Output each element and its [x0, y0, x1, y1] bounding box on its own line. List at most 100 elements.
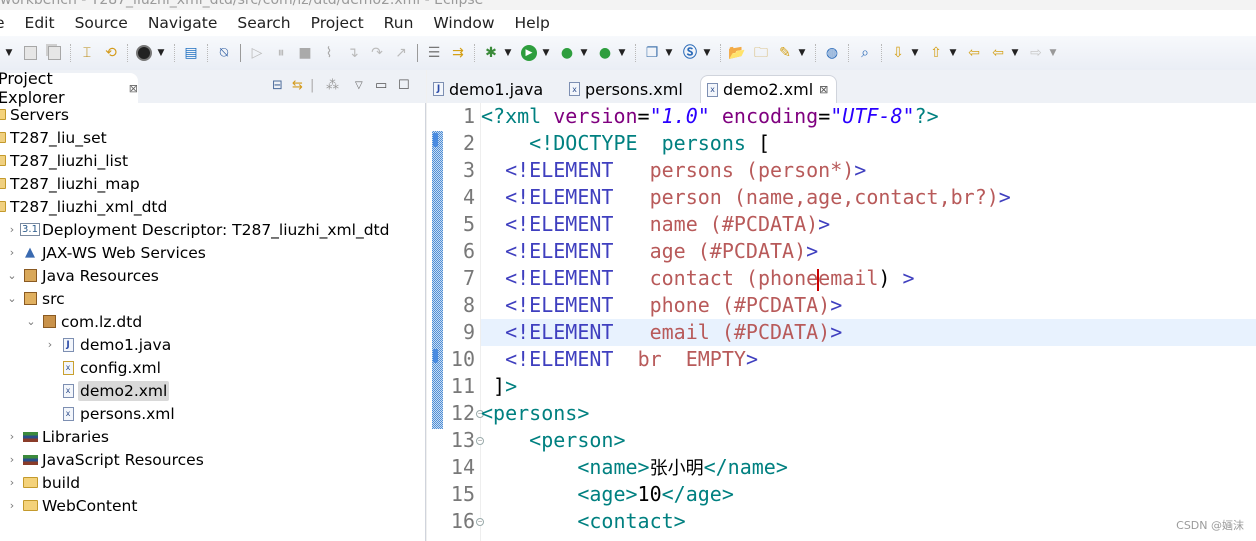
step-return-icon[interactable]: ↗ [391, 43, 411, 63]
suspend-icon[interactable]: ⏸ [271, 43, 291, 63]
filters-icon[interactable]: ⁂ [326, 78, 339, 93]
next-annotation-dropdown-icon[interactable]: ▼ [910, 43, 920, 63]
tree-item[interactable]: T287_liu_set [0, 126, 107, 149]
code-line[interactable]: <!DOCTYPE persons [ [481, 130, 1256, 157]
forward-icon[interactable]: ⇨ [1026, 43, 1046, 63]
code-line[interactable]: <persons> [481, 400, 1256, 427]
collapse-all-icon[interactable]: ⊟ [272, 78, 283, 93]
step-over-icon[interactable]: ↷ [367, 43, 387, 63]
collapse-chevron-icon[interactable]: › [6, 499, 18, 512]
user-icon[interactable] [134, 43, 154, 63]
expand-chevron-icon[interactable]: ⌄ [6, 292, 18, 305]
tree-item[interactable]: ⌄ com.lz.dtd [25, 310, 142, 333]
code-line[interactable]: <contact> [481, 508, 1256, 535]
console-icon[interactable]: ▤ [181, 43, 201, 63]
publish-icon[interactable]: ⟲ [101, 43, 121, 63]
code-line[interactable]: <!ELEMENT contact (phoneemail) > [481, 265, 1256, 292]
close-tab-icon[interactable]: ⊠ [819, 83, 828, 96]
menu-source[interactable]: Source [75, 14, 128, 32]
code-line[interactable]: <!ELEMENT name (#PCDATA)> [481, 211, 1256, 238]
editor-tab-persons-xml[interactable]: x persons.xml [569, 75, 683, 103]
editor-tab-demo2-xml[interactable]: x demo2.xml ⊠ [700, 75, 838, 103]
tree-item[interactable]: T287_liuzhi_list [0, 149, 128, 172]
user-dropdown-icon[interactable]: ▼ [156, 43, 166, 63]
collapse-chevron-icon[interactable]: › [6, 223, 18, 236]
prev-annotation-icon[interactable]: ⇧ [926, 43, 946, 63]
tree-item[interactable]: › Jdemo1.java [44, 333, 171, 356]
menu-run[interactable]: Run [384, 14, 414, 32]
profile-icon[interactable]: ⌶ [77, 43, 97, 63]
collapse-chevron-icon[interactable]: › [6, 430, 18, 443]
collapse-chevron-icon[interactable]: › [44, 338, 56, 351]
resume-icon[interactable]: ▷ [247, 43, 267, 63]
code-line[interactable]: <!ELEMENT phone (#PCDATA)> [481, 292, 1256, 319]
tab-project-explorer[interactable]: Project Explorer ⊠ [0, 69, 138, 107]
step-into-icon[interactable]: ↴ [343, 43, 363, 63]
pen-icon[interactable]: ✎ [775, 43, 795, 63]
run-icon[interactable]: ▶ [519, 43, 539, 63]
menu-navigate[interactable]: Navigate [148, 14, 218, 32]
menu-help[interactable]: Help [515, 14, 550, 32]
menu-edit[interactable]: Edit [25, 14, 55, 32]
new-web-project-icon[interactable]: ❐ [642, 43, 662, 63]
tree-item[interactable]: x demo2.xml [44, 379, 170, 402]
last-edit-icon[interactable]: ⇦ [964, 43, 984, 63]
expand-chevron-icon[interactable]: ⌄ [6, 269, 18, 282]
editor-tab-demo1-java[interactable]: J demo1.java [433, 75, 543, 103]
tree-item[interactable]: ⌄ src [6, 287, 64, 310]
new-class-dropdown-icon[interactable]: ▼ [702, 43, 712, 63]
debug-icon[interactable]: ✱ [481, 43, 501, 63]
code-line[interactable]: <?xml version="1.0" encoding="UTF-8"?> [481, 103, 1256, 130]
link-with-editor-icon[interactable]: ⇆ [292, 78, 303, 93]
prev-annotation-dropdown-icon[interactable]: ▼ [948, 43, 958, 63]
disconnect-icon[interactable]: ⌇ [319, 43, 339, 63]
tree-item[interactable]: T287_liuzhi_xml_dtd [0, 195, 167, 218]
new-dropdown-arrow-icon[interactable]: ▼ [4, 43, 14, 63]
tree-item[interactable]: T287_liuzhi_map [0, 172, 140, 195]
change-marker[interactable] [433, 349, 438, 363]
code-line[interactable]: <person> [481, 427, 1256, 454]
collapse-chevron-icon[interactable]: › [6, 453, 18, 466]
run-server-icon[interactable]: ● [557, 43, 577, 63]
next-annotation-icon[interactable]: ⇩ [888, 43, 908, 63]
tree-item[interactable]: › JavaScript Resources [6, 448, 204, 471]
tree-item[interactable]: ⌄ Java Resources [6, 264, 158, 287]
save-icon[interactable] [20, 43, 40, 63]
change-marker[interactable] [433, 133, 438, 147]
forward-dropdown-icon[interactable]: ▼ [1048, 43, 1058, 63]
skip-breakpoints-icon[interactable]: ⍉ [214, 43, 234, 63]
menu-search[interactable]: Search [237, 14, 290, 32]
tree-item[interactable]: x config.xml [44, 356, 161, 379]
new-class-icon[interactable]: Ⓢ [680, 43, 700, 63]
code-line[interactable]: <!ELEMENT age (#PCDATA)> [481, 238, 1256, 265]
back-icon[interactable]: ⇦ [988, 43, 1008, 63]
collapse-chevron-icon[interactable]: › [6, 246, 18, 259]
back-dropdown-icon[interactable]: ▼ [1010, 43, 1020, 63]
code-line[interactable]: ]> [481, 373, 1256, 400]
pen-dropdown-icon[interactable]: ▼ [797, 43, 807, 63]
tree-item[interactable]: › build [6, 471, 80, 494]
tree-item[interactable]: › WebContent [6, 494, 138, 517]
search-icon[interactable]: ⌕ [855, 43, 875, 63]
save-all-icon[interactable] [44, 43, 64, 63]
drop-to-frame-icon[interactable]: ☰ [424, 43, 444, 63]
code-editor[interactable]: <?xml version="1.0" encoding="UTF-8"?> <… [481, 103, 1256, 541]
stop-server-icon[interactable]: ● [595, 43, 615, 63]
menu-window[interactable]: Window [433, 14, 494, 32]
code-line[interactable]: <!ELEMENT person (name,age,contact,br?)> [481, 184, 1256, 211]
run-dropdown-icon[interactable]: ▼ [541, 43, 551, 63]
code-line[interactable]: <!ELEMENT email (#PCDATA)> [481, 319, 1256, 346]
tree-item[interactable]: Servers [0, 103, 69, 126]
stop-server-dropdown-icon[interactable]: ▼ [617, 43, 627, 63]
tree-item[interactable]: › 3.1 Deployment Descriptor: T287_liuzhi_x… [6, 218, 390, 241]
globe-icon[interactable]: ◍ [822, 43, 842, 63]
debug-dropdown-icon[interactable]: ▼ [503, 43, 513, 63]
minimize-icon[interactable]: ▭ [375, 78, 387, 93]
tree-item[interactable]: › Libraries [6, 425, 109, 448]
open-folder-icon[interactable]: 🗀 [751, 43, 771, 63]
menu-project[interactable]: Project [311, 14, 364, 32]
terminate-icon[interactable]: ■ [295, 43, 315, 63]
tree-item[interactable]: › ▲ JAX-WS Web Services [6, 241, 206, 264]
expand-chevron-icon[interactable]: ⌄ [25, 315, 37, 328]
view-menu-icon[interactable]: ▽ [355, 80, 363, 91]
